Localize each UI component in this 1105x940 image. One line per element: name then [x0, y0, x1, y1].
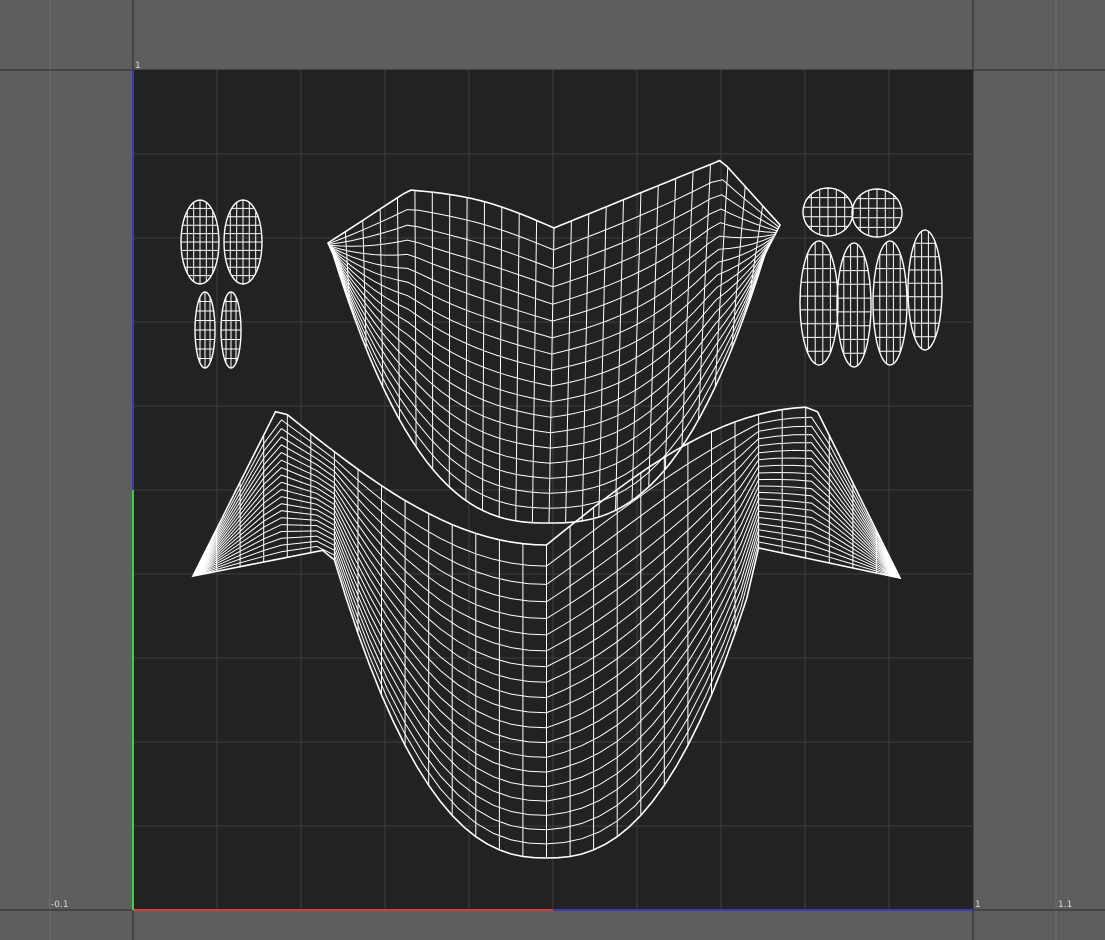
axis-label-u-1: 1 — [975, 900, 981, 910]
axis-label-v-1: 1 — [135, 61, 141, 71]
eye-island-1[interactable] — [180, 199, 220, 285]
axis-label-neg-0-1: -0.1 — [51, 900, 69, 910]
uv-editor-viewport[interactable] — [0, 0, 1105, 940]
eye-island-3[interactable] — [194, 291, 216, 369]
eye-island-4[interactable] — [220, 291, 242, 369]
axis-label-u-1-1: 1.1 — [1058, 900, 1073, 910]
eye-island-2[interactable] — [223, 199, 263, 285]
